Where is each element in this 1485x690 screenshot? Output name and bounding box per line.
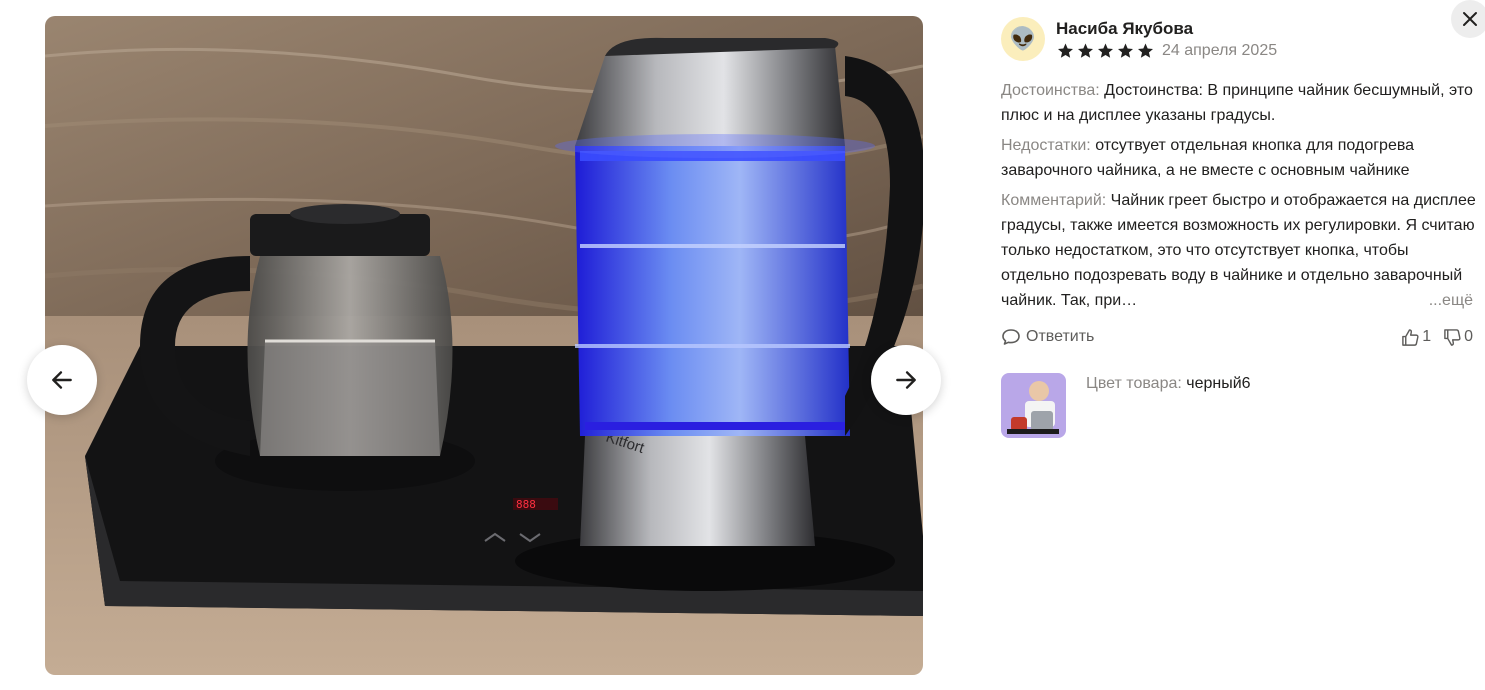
cons-label: Недостатки: — [1001, 137, 1091, 154]
comment-text: Чайник греет быстро и отображается на ди… — [1001, 192, 1476, 309]
product-variant-row: Цвет товара: черный6 — [1001, 373, 1481, 438]
star-icon — [1098, 43, 1113, 58]
review-header: 👽 Насиба Якубова 24 апреля 2025 — [1001, 14, 1481, 64]
star-icon — [1138, 43, 1153, 58]
photo-gallery: 888 Kitfort — [0, 0, 970, 690]
cons-paragraph: Недостатки: отсутвует отдельная кнопка д… — [1001, 133, 1481, 183]
like-button[interactable]: 1 — [1401, 328, 1431, 347]
star-rating — [1056, 42, 1155, 60]
next-photo-button[interactable] — [871, 345, 941, 415]
show-more-link[interactable]: ...ещё — [1414, 288, 1473, 313]
like-count: 1 — [1422, 328, 1432, 345]
review-date: 24 апреля 2025 — [1162, 42, 1278, 59]
author-name[interactable]: Насиба Якубова — [1056, 18, 1277, 40]
previous-photo-button[interactable] — [27, 345, 97, 415]
speech-bubble-icon — [1002, 329, 1020, 345]
vote-controls: 1 0 — [1401, 328, 1473, 347]
thumbs-up-icon — [1402, 328, 1419, 346]
review-panel: 👽 Насиба Якубова 24 апреля 2025 Достоинс… — [1001, 14, 1481, 438]
review-photo[interactable]: 888 Kitfort — [45, 16, 923, 675]
product-variant: Цвет товара: черный6 — [1086, 375, 1251, 438]
star-icon — [1078, 43, 1093, 58]
variant-label: Цвет товара: — [1086, 375, 1182, 392]
reply-button[interactable]: Ответить — [1001, 328, 1094, 346]
svg-text:888: 888 — [516, 498, 536, 511]
review-text: Достоинства: Достоинства: В принципе чай… — [1001, 78, 1481, 313]
product-thumbnail[interactable] — [1001, 373, 1066, 438]
comment-label: Комментарий: — [1001, 192, 1107, 209]
pros-label: Достоинства: — [1001, 82, 1100, 99]
comment-paragraph: Комментарий: Чайник греет быстро и отобр… — [1001, 188, 1481, 313]
avatar[interactable]: 👽 — [1001, 17, 1045, 61]
kettle-photo-illustration: 888 Kitfort — [45, 16, 923, 675]
dislike-count: 0 — [1464, 328, 1473, 345]
arrow-right-icon — [896, 371, 916, 389]
product-thumbnail-image — [1001, 373, 1066, 438]
review-actions: Ответить 1 0 — [1001, 326, 1481, 348]
arrow-left-icon — [52, 371, 72, 389]
rating-row: 24 апреля 2025 — [1056, 42, 1277, 60]
star-icon — [1058, 43, 1073, 58]
pros-paragraph: Достоинства: Достоинства: В принципе чай… — [1001, 78, 1481, 128]
star-icon — [1118, 43, 1133, 58]
dislike-button[interactable]: 0 — [1443, 328, 1473, 347]
variant-value: черный6 — [1181, 375, 1251, 392]
thumbs-down-icon — [1444, 328, 1461, 346]
reply-label: Ответить — [1026, 328, 1095, 345]
alien-emoji-icon: 👽 — [1009, 26, 1037, 51]
author-meta: Насиба Якубова 24 апреля 2025 — [1056, 18, 1277, 60]
